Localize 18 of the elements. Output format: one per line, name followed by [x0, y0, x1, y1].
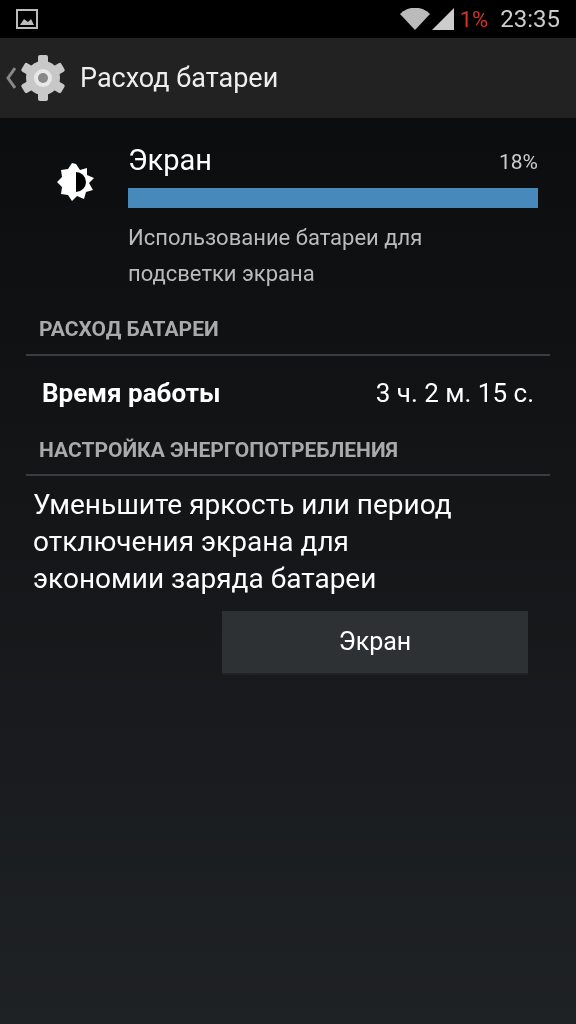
battery-text: 1% [459, 5, 489, 34]
row-value: 3 ч. 2 м. 15 с. [375, 376, 534, 410]
signal-icon [431, 8, 454, 30]
back-caret-icon[interactable] [6, 67, 16, 89]
screen-title: Расход батареи [80, 60, 279, 96]
section-header: РАСХОД БАТАРЕИ [39, 317, 219, 341]
screen-settings-button[interactable]: Экран [222, 611, 528, 675]
image-notification-icon [16, 9, 38, 29]
wifi-icon [399, 8, 430, 30]
brightness-icon [56, 162, 96, 202]
usage-percent: 18% [499, 148, 538, 176]
usage-title: Экран [128, 142, 212, 178]
clock-text: 23:35 [500, 4, 560, 35]
row-label: Время работы [42, 376, 221, 410]
settings-icon[interactable] [18, 53, 68, 103]
usage-description: Использование батареи для подсветки экрана [128, 224, 424, 288]
section-header: НАСТРОЙКА ЭНЕРГОПОТРЕБЛЕНИЯ [39, 437, 399, 462]
tip-text: Уменьшите яркость или период отключения экрана для экономии заряда батареи [32, 487, 453, 597]
